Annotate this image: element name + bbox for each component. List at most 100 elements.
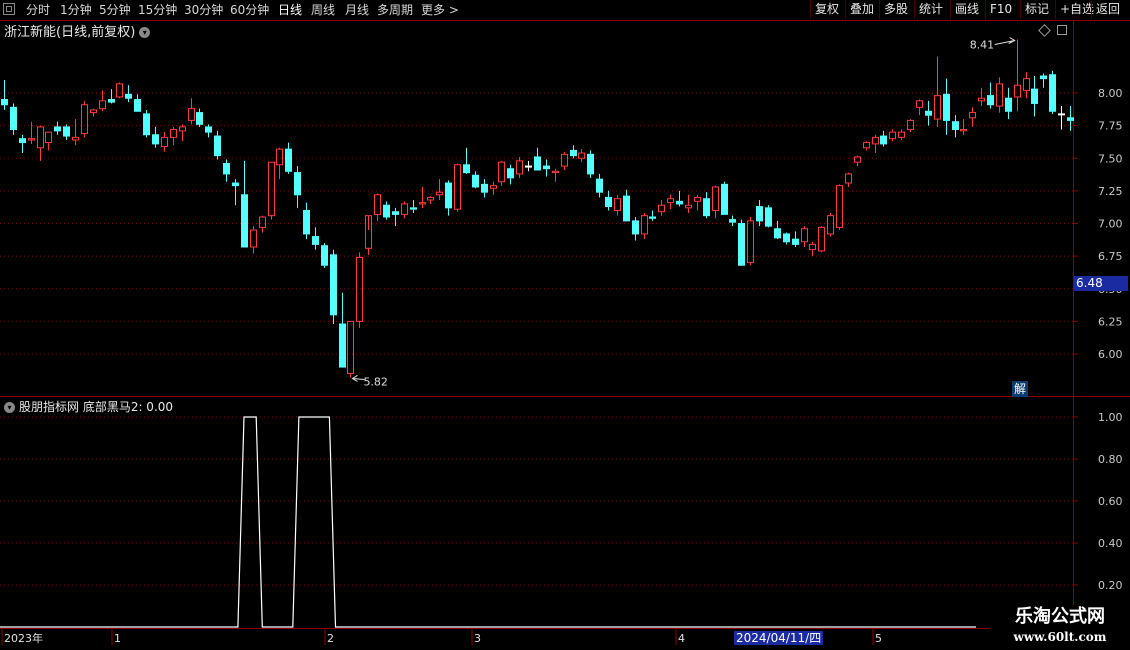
candle-body: [321, 245, 328, 266]
candle-body: [534, 156, 541, 171]
candle-body: [28, 138, 35, 141]
candle-body: [481, 183, 488, 193]
candle-body: [427, 196, 434, 201]
candle-body: [37, 126, 44, 149]
indicator-tick-label: 0.60: [1098, 495, 1123, 508]
unlock-badge[interactable]: 解: [1012, 381, 1028, 397]
candle: [827, 213, 834, 237]
candle: [276, 147, 283, 180]
candle-body: [196, 112, 203, 125]
candle-body: [587, 153, 594, 175]
candle: [863, 141, 870, 151]
candle: [570, 145, 577, 159]
candle-body: [756, 206, 763, 222]
price-gridlines: [0, 92, 1073, 355]
candle-body: [827, 215, 834, 235]
candle-body: [987, 95, 994, 106]
candle-body: [694, 196, 701, 202]
candle: [952, 115, 959, 138]
candle-body: [1005, 97, 1012, 112]
candle: [365, 215, 372, 255]
candle: [1014, 39, 1021, 112]
price-tick-label: 7.25: [1098, 185, 1123, 198]
candle-body: [641, 215, 648, 235]
candle-body: [63, 126, 70, 137]
candle: [676, 190, 683, 207]
candle: [685, 194, 692, 214]
candle-body: [356, 256, 363, 322]
candle-body: [836, 185, 843, 228]
candle-body: [374, 194, 381, 215]
candle: [81, 100, 88, 138]
candle: [1040, 73, 1047, 88]
candle-body: [303, 209, 310, 235]
candle: [792, 231, 799, 247]
candle: [214, 130, 221, 160]
candle: [721, 181, 728, 215]
chart-canvas[interactable]: 8.007.757.507.257.006.756.506.256.00 8.4…: [0, 0, 1130, 650]
candle: [623, 189, 630, 222]
candle: [854, 155, 861, 167]
candle: [872, 134, 879, 154]
candle-body: [463, 164, 470, 174]
candle-body: [561, 153, 568, 167]
candle-body: [623, 195, 630, 222]
candle: [205, 124, 212, 138]
candle-body: [907, 119, 914, 131]
candle-body: [667, 198, 674, 204]
candle-body: [90, 109, 97, 114]
candle-body: [134, 99, 141, 112]
candle: [1023, 72, 1030, 99]
candle-body: [45, 131, 52, 144]
candle-body: [649, 216, 656, 219]
candle: [108, 89, 115, 104]
candle-body: [614, 198, 621, 211]
candle: [1, 79, 8, 110]
candlestick-series: [1, 39, 1074, 378]
x-axis-label: 4: [678, 632, 685, 645]
watermark-title: 乐淘公式网: [1015, 606, 1105, 627]
candle: [801, 226, 808, 247]
candle-body: [419, 202, 426, 205]
candle-body: [872, 136, 879, 145]
high-label: 8.41: [970, 38, 995, 51]
extreme-labels: 8.41 5.82: [351, 37, 1016, 388]
candle: [472, 171, 479, 189]
candle: [330, 249, 337, 324]
indicator-tick-label: 0.80: [1098, 453, 1123, 466]
candle: [45, 131, 52, 151]
x-axis-label: 3: [474, 632, 481, 645]
candle-body: [578, 152, 585, 159]
candle: [1058, 106, 1065, 130]
candle-body: [783, 233, 790, 243]
candle: [454, 163, 461, 212]
candle-body: [889, 131, 896, 140]
candle: [658, 200, 665, 216]
candle: [196, 108, 203, 127]
candle-body: [1023, 78, 1030, 91]
candle-body: [1067, 117, 1074, 121]
candle-body: [108, 99, 115, 103]
candle-body: [525, 165, 532, 168]
candle: [934, 56, 941, 127]
watermark-url: www.60lt.com: [1013, 630, 1107, 644]
candle-body: [818, 226, 825, 252]
candle-body: [676, 200, 683, 205]
candle-body: [916, 100, 923, 108]
candle: [383, 201, 390, 220]
candle: [392, 207, 399, 227]
candle-body: [1, 99, 8, 106]
candle: [898, 129, 905, 140]
candle-body: [960, 129, 967, 132]
candle: [72, 119, 79, 146]
candle-body: [143, 113, 150, 136]
candle-body: [214, 135, 221, 157]
candle-body: [1058, 113, 1065, 116]
candle-body: [401, 203, 408, 215]
candle: [303, 202, 310, 240]
candle-body: [738, 223, 745, 266]
candle-body: [10, 106, 17, 131]
candle: [445, 180, 452, 216]
candle-body: [276, 148, 283, 166]
candle-body: [952, 121, 959, 131]
